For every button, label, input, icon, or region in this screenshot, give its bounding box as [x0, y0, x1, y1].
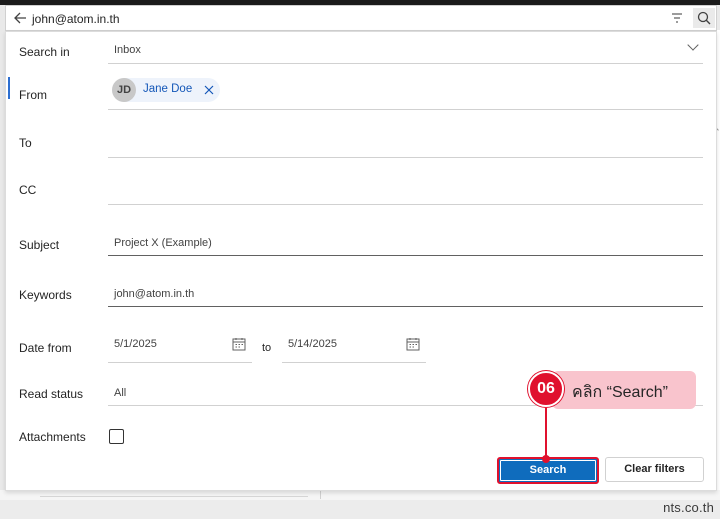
- cc-label: CC: [19, 183, 37, 197]
- arrow-left-icon[interactable]: [13, 10, 27, 26]
- step-number-badge: 06: [528, 371, 564, 407]
- background-footer: [0, 490, 720, 500]
- focus-ring: [500, 460, 596, 481]
- close-icon[interactable]: [204, 84, 214, 95]
- search-in-label: Search in: [19, 45, 70, 59]
- callout-text: คลิก “Search”: [572, 384, 668, 401]
- clear-filters-button[interactable]: Clear filters: [605, 457, 704, 482]
- keywords-value: john@atom.in.th: [114, 288, 195, 300]
- read-status-value: All: [114, 387, 127, 399]
- search-button[interactable]: [693, 8, 715, 28]
- divider: [40, 496, 308, 497]
- read-status-label: Read status: [19, 387, 84, 401]
- search-in-value: Inbox: [114, 44, 141, 56]
- subject-label: Subject: [19, 238, 60, 252]
- callout-bubble: คลิก “Search”: [552, 371, 696, 409]
- clear-filters-label: Clear filters: [624, 463, 685, 475]
- date-to-picker[interactable]: 5/14/2025: [282, 331, 426, 363]
- subject-value: Project X (Example): [114, 237, 212, 249]
- attachments-label: Attachments: [19, 430, 86, 444]
- watermark: nts.co.th: [663, 500, 714, 515]
- recipient-chip[interactable]: JD Jane Doe: [112, 78, 220, 102]
- callout-pointer: [545, 408, 547, 458]
- search-filters-panel: Search in Inbox From JD Jane Doe To CC S…: [5, 31, 717, 491]
- to-label: To: [19, 136, 32, 150]
- date-from-value: 5/1/2025: [114, 338, 157, 350]
- recipient-name: Jane Doe: [143, 83, 193, 95]
- search-in-select[interactable]: Inbox: [108, 37, 703, 64]
- date-from-label: Date from: [19, 341, 72, 355]
- footer-strip: [0, 500, 720, 519]
- calendar-icon[interactable]: [406, 337, 420, 351]
- date-to-separator: to: [262, 342, 272, 354]
- to-field[interactable]: [108, 124, 703, 158]
- search-icon: [697, 11, 711, 25]
- keywords-label: Keywords: [19, 288, 72, 302]
- from-label: From: [19, 88, 47, 102]
- subject-field[interactable]: Project X (Example): [108, 224, 703, 256]
- chevron-down-icon: [687, 39, 699, 51]
- cc-field[interactable]: [108, 172, 703, 205]
- calendar-icon[interactable]: [232, 337, 246, 351]
- attachments-checkbox[interactable]: [109, 429, 124, 444]
- search-query[interactable]: john@atom.in.th: [32, 12, 120, 26]
- focus-indicator: [8, 77, 10, 99]
- date-to-value: 5/14/2025: [288, 338, 337, 350]
- callout-pointer-dot: [542, 455, 550, 463]
- avatar: JD: [112, 78, 136, 102]
- keywords-field[interactable]: john@atom.in.th: [108, 275, 703, 307]
- date-from-picker[interactable]: 5/1/2025: [108, 331, 252, 363]
- divider: [320, 491, 321, 499]
- search-bar[interactable]: john@atom.in.th: [5, 5, 717, 31]
- filter-icon[interactable]: [670, 11, 684, 25]
